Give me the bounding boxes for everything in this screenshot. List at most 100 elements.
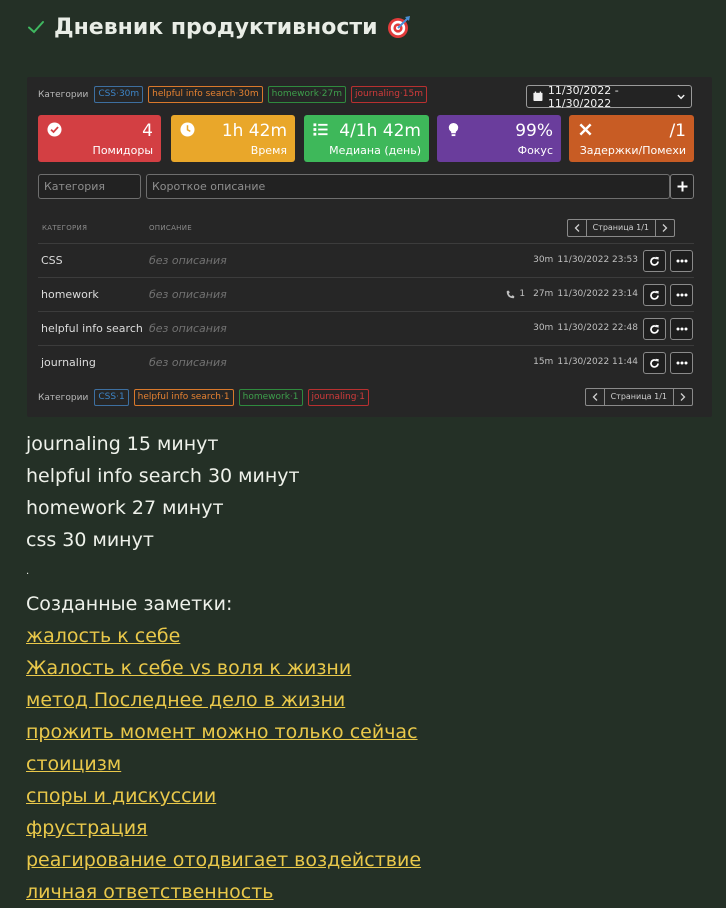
note-link[interactable]: фрустрация: [26, 812, 421, 844]
stat-time-label: Время: [250, 144, 287, 157]
check-icon: [28, 21, 44, 34]
stat-focus-value: 99%: [515, 121, 553, 141]
stat-median-value: 4/1h 42m: [339, 121, 421, 141]
title-row: Дневник продуктивности: [26, 10, 412, 44]
note-link[interactable]: стоицизм: [26, 748, 421, 780]
row-category: homework: [41, 288, 99, 301]
stat-pomodoros: 4 Помидоры: [38, 115, 161, 162]
table-row: journaling без описания 15m 11/30/2022 1…: [38, 345, 694, 379]
stat-pomodoros-value: 4: [142, 121, 153, 141]
column-category: Категория: [42, 224, 88, 232]
more-button[interactable]: [670, 284, 693, 306]
add-entry-button[interactable]: [670, 174, 694, 199]
redo-icon: [650, 358, 659, 368]
stat-focus: 99% Фокус: [437, 115, 561, 162]
chevron-right-icon: [662, 224, 668, 232]
row-duration: 30m: [533, 323, 554, 333]
tag-helpful-info-search[interactable]: helpful info search·30m: [148, 86, 263, 103]
note-link[interactable]: споры и дискуссии: [26, 780, 421, 812]
summary-line: journaling 15 минут: [26, 433, 219, 455]
tag-helpful-info-search-count[interactable]: helpful info search·1: [133, 389, 234, 406]
row-duration: 27m: [533, 289, 554, 299]
row-meta: 15m 11/30/2022 11:44: [533, 357, 638, 367]
table-row: helpful info search без описания 30m 11/…: [38, 311, 694, 345]
note-link[interactable]: реагирование отодвигает воздействие: [26, 844, 421, 876]
pager-prev-button[interactable]: [586, 389, 604, 405]
date-range-picker[interactable]: 11/30/2022 - 11/30/2022: [526, 83, 692, 110]
description-input[interactable]: Короткое описание: [146, 174, 670, 199]
restart-button[interactable]: [643, 250, 666, 272]
restart-button[interactable]: [643, 352, 666, 374]
categories-label: Категории: [38, 392, 89, 403]
summary-line: helpful info search 30 минут: [26, 465, 300, 487]
row-meta: 30m 11/30/2022 22:48: [533, 323, 638, 333]
pomodoro-widget: Категории CSS·30m helpful info search·30…: [27, 77, 712, 417]
summary-dot: .: [26, 566, 30, 577]
stat-pomodoros-label: Помидоры: [92, 144, 153, 157]
stat-interruptions-label: Задержки/Помехи: [579, 144, 686, 157]
note-link[interactable]: метод Последнее дело в жизни: [26, 684, 421, 716]
tag-css-count[interactable]: CSS·1: [94, 389, 129, 406]
table-row: homework без описания 1 27m 11/30/2022 2…: [38, 277, 694, 311]
restart-button[interactable]: [643, 284, 666, 306]
table-header: Категория Описание Страница 1/1: [38, 219, 694, 241]
note-link[interactable]: Жалость к себе vs воля к жизни: [26, 652, 421, 684]
category-summary-top: Категории CSS·30m helpful info search·30…: [38, 85, 428, 104]
categories-label: Категории: [38, 89, 89, 100]
table-row: CSS без описания 30m 11/30/2022 23:53: [38, 243, 694, 277]
tag-journaling[interactable]: journaling·15m: [351, 86, 428, 103]
notes-heading: Созданные заметки:: [26, 593, 233, 615]
row-meta: 30m 11/30/2022 23:53: [533, 255, 638, 265]
row-datetime: 11/30/2022 23:53: [557, 255, 638, 265]
row-category: journaling: [41, 356, 96, 369]
row-description: без описания: [149, 356, 227, 369]
redo-icon: [650, 256, 659, 266]
pager-next-button[interactable]: [656, 220, 674, 236]
date-range-text: 11/30/2022 - 11/30/2022: [547, 83, 619, 110]
restart-button[interactable]: [643, 318, 666, 340]
target-icon: [387, 16, 410, 38]
tag-journaling-count[interactable]: journaling·1: [307, 389, 370, 406]
chevron-left-icon: [574, 224, 580, 232]
calendar-icon: [533, 91, 543, 102]
ellipsis-icon: [676, 259, 687, 263]
row-category: CSS: [41, 254, 63, 267]
row-description: без описания: [149, 288, 227, 301]
category-input[interactable]: Категория: [38, 174, 141, 199]
redo-icon: [650, 290, 659, 300]
tag-css[interactable]: CSS·30m: [94, 86, 144, 103]
pager-bottom: Страница 1/1: [584, 388, 693, 406]
page-title: Дневник продуктивности: [54, 14, 378, 40]
note-link[interactable]: прожить момент можно только сейчас: [26, 716, 421, 748]
pager-text: Страница 1/1: [603, 389, 674, 405]
stat-interruptions: /1 Задержки/Помехи: [569, 115, 694, 162]
more-button[interactable]: [670, 352, 693, 374]
x-icon: [579, 123, 592, 136]
more-button[interactable]: [670, 250, 693, 272]
note-link[interactable]: личная ответственность: [26, 876, 421, 908]
stat-median: 4/1h 42m Медиана (день): [304, 115, 429, 162]
check-circle-icon: [47, 122, 62, 137]
more-button[interactable]: [670, 318, 693, 340]
pager-next-button[interactable]: [674, 389, 692, 405]
stat-focus-label: Фокус: [517, 144, 553, 157]
clock-icon: [180, 122, 195, 137]
tag-homework[interactable]: homework·27m: [267, 86, 347, 103]
redo-icon: [650, 324, 659, 334]
row-description: без описания: [149, 322, 227, 335]
chevron-right-icon: [680, 393, 686, 401]
stat-interruptions-value: /1: [669, 121, 686, 141]
row-datetime: 11/30/2022 11:44: [557, 357, 638, 367]
stats-row: 4 Помидоры 1h 42m Время 4/1h 42m Медиана…: [38, 115, 694, 162]
row-datetime: 11/30/2022 23:14: [557, 289, 638, 299]
summary-line: css 30 минут: [26, 529, 154, 551]
ellipsis-icon: [676, 327, 687, 331]
lightbulb-icon: [448, 122, 459, 137]
pager-prev-button[interactable]: [568, 220, 586, 236]
row-duration: 30m: [533, 255, 554, 265]
note-link[interactable]: жалость к себе: [26, 620, 421, 652]
row-duration: 15m: [533, 357, 554, 367]
tag-homework-count[interactable]: homework·1: [238, 389, 303, 406]
plus-icon: [677, 181, 687, 192]
pager-top: Страница 1/1: [566, 219, 675, 237]
